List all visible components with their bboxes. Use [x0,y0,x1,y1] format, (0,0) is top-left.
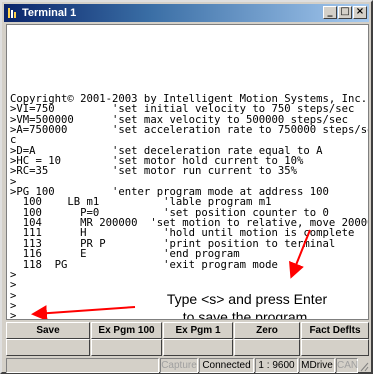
title-bar[interactable]: Terminal 1 _ □ × [4,4,369,22]
blank-button-5[interactable] [301,339,369,356]
blank-button-3[interactable] [163,339,233,356]
device-status: MDrive [299,358,335,373]
save-button[interactable]: Save [6,322,90,339]
window-title: Terminal 1 [22,7,77,19]
exec-pgm-100-button[interactable]: Ex Pgm 100 [91,322,162,339]
maximize-button[interactable]: □ [338,6,352,19]
arrow-to-enter [289,229,311,279]
status-blank [6,358,159,373]
function-button-bar: Save Ex Pgm 100 Ex Pgm 1 Zero Fact Deflt… [6,322,369,356]
blank-button-1[interactable] [6,339,90,356]
close-button[interactable]: × [353,6,367,19]
status-bar: Capture Connected 1 : 9600 MDrive CAN [6,358,369,374]
resize-grip-icon[interactable] [359,360,369,372]
capture-status: Capture [160,358,198,373]
zero-button[interactable]: Zero [234,322,300,339]
blank-button-4[interactable] [234,339,300,356]
terminal-output[interactable]: Copyright© 2001-2003 by Intelligent Moti… [6,24,369,320]
baud-rate-status: 1 : 9600 [255,358,298,373]
terminal-window: Terminal 1 _ □ × Copyright© 2001-2003 by… [0,0,373,374]
connection-status: Connected [199,358,254,373]
exec-pgm-1-button[interactable]: Ex Pgm 1 [163,322,233,339]
terminal-app-icon [8,8,16,18]
arrow-to-prompt [31,305,136,319]
annotation-arrows [31,229,311,319]
blank-button-2[interactable] [91,339,162,356]
can-status: CAN [336,358,359,373]
minimize-button[interactable]: _ [323,6,337,19]
fact-deflts-button[interactable]: Fact Deflts [301,322,369,339]
